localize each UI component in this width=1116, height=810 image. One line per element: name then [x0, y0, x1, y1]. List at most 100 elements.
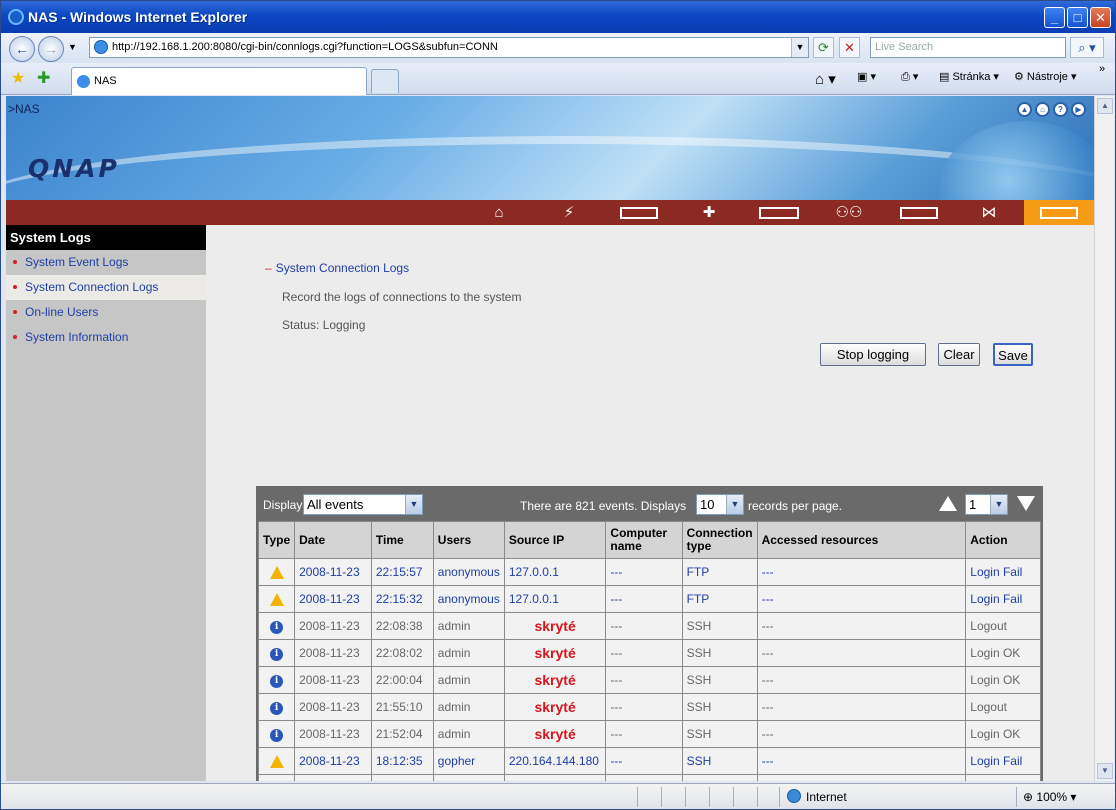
per-page-suffix: records per page.	[748, 499, 843, 513]
section-description: Record the logs of connections to the sy…	[282, 290, 522, 304]
add-favorites-icon[interactable]: ✚	[37, 68, 50, 88]
close-button[interactable]: ✕	[1090, 7, 1111, 28]
column-header: Time	[370, 521, 434, 559]
cell-conn[interactable]: SSH	[681, 747, 758, 775]
per-page-select[interactable]: 10 ▼	[696, 494, 744, 515]
table-row: i 2008-11-23 21:52:04 admin skryté --- SSH --- L…	[257, 720, 1041, 748]
tools-menu[interactable]: ⚙ Nástroje ▾	[1014, 70, 1076, 83]
menu-network-icon[interactable]: ✚	[674, 200, 744, 225]
cell-conn: SSH	[681, 693, 758, 721]
cell-user[interactable]: anonymous	[432, 558, 505, 586]
type-cell: i	[257, 720, 296, 748]
cell-date[interactable]: 2008-11-23	[294, 585, 372, 613]
table-row: i 2008-11-23 22:00:04 admin skryté --- SSH --- L…	[257, 666, 1041, 694]
cell-resources: ---	[756, 720, 967, 748]
sidebar-item-system-connection-logs[interactable]: System Connection Logs	[6, 275, 206, 300]
menu-home-icon[interactable]: ⌂	[464, 200, 534, 225]
event-filter-select[interactable]: All events ▼	[303, 494, 423, 515]
cell-ip[interactable]: 220.164.144.180	[503, 774, 607, 781]
scroll-down-icon[interactable]: ▼	[1097, 763, 1113, 779]
scroll-up-icon[interactable]: ▲	[1097, 98, 1113, 114]
home-icon[interactable]: ⌂	[1035, 102, 1050, 117]
address-dropdown-icon[interactable]: ▼	[791, 38, 808, 57]
cell-computer[interactable]: ---	[605, 558, 683, 586]
save-button[interactable]: Save	[993, 343, 1033, 366]
cell-resources[interactable]: ---	[756, 558, 967, 586]
next-page-icon[interactable]	[1017, 496, 1035, 511]
up-icon[interactable]: ▲	[1017, 102, 1032, 117]
minimize-button[interactable]: _	[1044, 7, 1065, 28]
menu-applications-icon[interactable]: ⋈	[954, 200, 1024, 225]
table-row: i 2008-11-23 21:55:10 admin skryté --- SSH --- L…	[257, 693, 1041, 721]
stop-logging-button[interactable]: Stop logging	[820, 343, 926, 366]
vertical-scrollbar[interactable]: ▲ ▼	[1094, 96, 1114, 781]
toolbar-overflow-icon[interactable]: »	[1099, 63, 1105, 75]
cell-computer: ---	[605, 693, 683, 721]
clear-button[interactable]: Clear	[938, 343, 980, 366]
previous-page-icon[interactable]	[939, 496, 957, 511]
sidebar-item-system-information[interactable]: System Information	[6, 325, 206, 350]
maximize-button[interactable]: □	[1067, 7, 1088, 28]
cell-user[interactable]: anonymous	[432, 585, 505, 613]
cell-conn[interactable]: SSH	[681, 774, 758, 781]
feeds-icon[interactable]: ▣ ▾	[857, 70, 876, 83]
forward-button[interactable]: →	[38, 36, 64, 62]
zoom-control[interactable]: ⊕ 100% ▾	[1023, 790, 1076, 804]
cell-ip[interactable]: 127.0.0.1	[503, 585, 607, 613]
cell-action[interactable]: Login Fail	[965, 774, 1041, 781]
cell-user[interactable]: gopher	[432, 747, 505, 775]
collapse-icon[interactable]: –	[265, 261, 272, 275]
cell-computer[interactable]: ---	[605, 585, 683, 613]
menu-system-tools-icon[interactable]	[1024, 200, 1094, 225]
menu-system-settings-icon[interactable]	[604, 200, 674, 225]
menu-quick-config-icon[interactable]: ⚡	[534, 200, 604, 225]
sidebar-item-online-users[interactable]: On-line Users	[6, 300, 206, 325]
cell-computer[interactable]: ---	[605, 747, 683, 775]
menu-users-icon[interactable]: ⚇⚇	[814, 200, 884, 225]
help-icon[interactable]: ?	[1053, 102, 1068, 117]
cell-time[interactable]: 22:15:32	[370, 585, 434, 613]
cell-user[interactable]: rpc	[432, 774, 505, 781]
print-icon[interactable]: ⎙ ▾	[901, 70, 918, 84]
cell-date[interactable]: 2008-11-23	[294, 774, 372, 781]
cell-computer[interactable]: ---	[605, 774, 683, 781]
cell-action[interactable]: Login Fail	[965, 747, 1041, 775]
sidebar-item-system-event-logs[interactable]: System Event Logs	[6, 250, 206, 275]
cell-resources[interactable]: ---	[756, 585, 967, 613]
cell-conn[interactable]: FTP	[681, 585, 758, 613]
new-tab-button[interactable]	[371, 69, 399, 93]
search-go-button[interactable]: ⌕ ▾	[1070, 37, 1104, 58]
address-field[interactable]: http://192.168.1.200:8080/cgi-bin/connlo…	[89, 37, 809, 58]
cell-ip[interactable]: 127.0.0.1	[503, 558, 607, 586]
events-info: There are 821 events. Displays	[520, 499, 687, 513]
refresh-button[interactable]: ⟳	[813, 37, 834, 58]
cell-resources[interactable]: ---	[756, 747, 967, 775]
history-dropdown-icon[interactable]: ▼	[68, 42, 77, 52]
cell-action: Login OK	[965, 720, 1041, 748]
page-select[interactable]: 1 ▼	[965, 494, 1008, 515]
cell-conn[interactable]: FTP	[681, 558, 758, 586]
cell-ip[interactable]: 220.164.144.180	[503, 747, 607, 775]
page-menu[interactable]: ▤ Stránka ▾	[939, 70, 999, 83]
home-icon[interactable]: ⌂ ▾	[815, 70, 836, 88]
menu-folders-icon[interactable]	[884, 200, 954, 225]
cell-date[interactable]: 2008-11-23	[294, 558, 372, 586]
cell-date[interactable]: 2008-11-23	[294, 747, 372, 775]
favorites-star-icon[interactable]: ★	[11, 68, 25, 88]
cell-time[interactable]: 18:12:31	[370, 774, 434, 781]
cell-computer: ---	[605, 612, 683, 640]
search-input[interactable]: Live Search	[870, 37, 1066, 58]
cell-action[interactable]: Login Fail	[965, 558, 1041, 586]
cell-resources[interactable]: ---	[756, 774, 967, 781]
cell-time[interactable]: 18:12:35	[370, 747, 434, 775]
cell-date: 2008-11-23	[294, 693, 372, 721]
back-button[interactable]: ←	[9, 36, 35, 62]
cell-action[interactable]: Login Fail	[965, 585, 1041, 613]
cell-time[interactable]: 22:15:57	[370, 558, 434, 586]
cell-date: 2008-11-23	[294, 639, 372, 667]
stop-button[interactable]: ✕	[839, 37, 860, 58]
menu-device-icon[interactable]	[744, 200, 814, 225]
type-cell: i	[257, 693, 296, 721]
logout-icon[interactable]: ▶	[1071, 102, 1086, 117]
tab-nas[interactable]: NAS	[71, 67, 367, 95]
